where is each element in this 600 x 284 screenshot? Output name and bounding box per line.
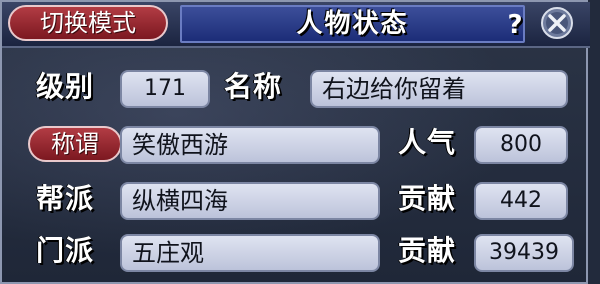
popularity-label: 人气 (398, 126, 457, 159)
guild-value: 纵横四海 (120, 182, 380, 220)
sect-contribution-value: 39439 (474, 234, 574, 272)
guild-label: 帮派 (36, 182, 95, 215)
nickname-value: 笑傲西游 (120, 126, 380, 164)
sect-label: 门派 (36, 234, 95, 267)
character-status-panel: 人物状态 切换模式 ? 级别 171 名称 右边给你留着 称谓 笑傲西游 人气 … (0, 0, 590, 284)
sect-contribution-label: 贡献 (398, 234, 457, 267)
panel-title: 人物状态 (296, 9, 409, 39)
name-label: 名称 (224, 70, 283, 103)
close-icon[interactable] (538, 6, 576, 40)
help-button[interactable]: ? (502, 11, 528, 39)
switch-mode-button[interactable]: 切换模式 (8, 5, 168, 41)
level-label: 级别 (36, 70, 95, 103)
guild-contribution-label: 贡献 (398, 182, 457, 215)
guild-contribution-value: 442 (474, 182, 568, 220)
sect-value: 五庄观 (120, 234, 380, 272)
nickname-label-button[interactable]: 称谓 (28, 126, 122, 162)
level-value: 171 (120, 70, 210, 108)
popularity-value: 800 (474, 126, 568, 164)
name-value: 右边给你留着 (310, 70, 568, 108)
